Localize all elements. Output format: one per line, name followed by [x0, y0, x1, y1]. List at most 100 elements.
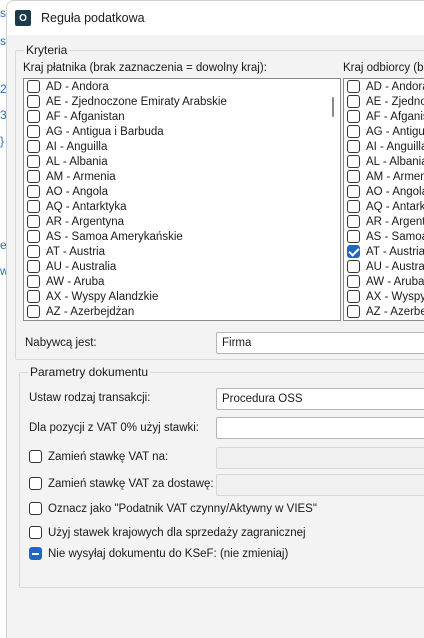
recipient-country-item[interactable]: AL - Albania — [344, 154, 424, 169]
country-label: AW - Aruba — [366, 275, 424, 288]
payer-list-scroll-thumb[interactable] — [332, 97, 334, 117]
recipient-country-item[interactable]: AD - Andora — [344, 79, 424, 94]
recipient-country-item[interactable]: AQ - Antarkty — [344, 199, 424, 214]
recipient-country-item[interactable]: AZ - Azerbejd — [344, 304, 424, 319]
country-checkbox[interactable] — [347, 125, 360, 138]
country-checkbox[interactable] — [27, 215, 40, 228]
payer-list-scrollbar[interactable] — [328, 79, 340, 320]
country-checkbox[interactable] — [347, 95, 360, 108]
country-label: AD - Andora — [46, 80, 109, 93]
country-checkbox[interactable] — [347, 215, 360, 228]
country-checkbox[interactable] — [27, 110, 40, 123]
payer-country-item[interactable]: AG - Antigua i Barbuda — [24, 124, 340, 139]
transaction-type-label: Ustaw rodzaj transakcji: — [29, 392, 151, 404]
swap-vat-delivery-label: Zamień stawkę VAT za dostawę: — [48, 477, 214, 490]
ksef-row[interactable]: Nie wysyłaj dokumentu do KSeF: (nie zmie… — [29, 547, 288, 560]
country-label: AX - Wyspy Alandzkie — [46, 290, 159, 303]
country-checkbox[interactable] — [27, 245, 40, 258]
country-checkbox[interactable] — [347, 80, 360, 93]
country-checkbox[interactable] — [347, 140, 360, 153]
country-checkbox[interactable] — [347, 245, 360, 258]
vies-row[interactable]: Oznacz jako "Podatnik VAT czynny/Aktywny… — [29, 502, 317, 515]
payer-country-item[interactable]: AD - Andora — [24, 79, 340, 94]
country-checkbox[interactable] — [27, 290, 40, 303]
title-bar[interactable]: O Reguła podatkowa — [7, 1, 424, 35]
app-icon: O — [15, 10, 31, 26]
swap-vat-delivery-row[interactable]: Zamień stawkę VAT za dostawę: — [29, 477, 214, 490]
country-checkbox[interactable] — [27, 155, 40, 168]
country-checkbox[interactable] — [347, 185, 360, 198]
transaction-type-select[interactable]: Procedura OSS — [216, 388, 424, 410]
payer-country-item[interactable]: AU - Australia — [24, 259, 340, 274]
payer-country-item[interactable]: AL - Albania — [24, 154, 340, 169]
country-checkbox[interactable] — [347, 230, 360, 243]
country-checkbox[interactable] — [27, 230, 40, 243]
country-checkbox[interactable] — [347, 305, 360, 318]
country-checkbox[interactable] — [347, 260, 360, 273]
country-checkbox[interactable] — [27, 200, 40, 213]
country-checkbox[interactable] — [27, 185, 40, 198]
country-label: AE - Zjednoczone Emiraty Arabskie — [46, 95, 227, 108]
country-checkbox[interactable] — [27, 125, 40, 138]
payer-country-item[interactable]: AT - Austria — [24, 244, 340, 259]
country-label: AS - Samoa A — [366, 230, 424, 243]
tax-rule-dialog: O Reguła podatkowa Kryteria Kraj płatnik… — [6, 0, 424, 638]
vies-checkbox[interactable] — [29, 502, 42, 515]
swap-vat-row[interactable]: Zamień stawkę VAT na: — [29, 450, 168, 463]
vat0-rate-label: Dla pozycji z VAT 0% użyj stawki: — [29, 422, 199, 434]
recipient-country-item[interactable]: AW - Aruba — [344, 274, 424, 289]
payer-country-item[interactable]: AO - Angola — [24, 184, 340, 199]
payer-country-item[interactable]: AZ - Azerbejdżan — [24, 304, 340, 319]
ksef-checkbox[interactable] — [29, 547, 42, 560]
payer-country-item[interactable]: AF - Afganistan — [24, 109, 340, 124]
country-checkbox[interactable] — [347, 275, 360, 288]
recipient-country-list[interactable]: AD - Andora AE - Zjednoc AF - Afganist AG -… — [343, 78, 424, 321]
recipient-country-item[interactable]: AO - Angola — [344, 184, 424, 199]
swap-vat-checkbox[interactable] — [29, 450, 42, 463]
country-checkbox[interactable] — [27, 275, 40, 288]
country-label: AM - Armenia — [46, 170, 116, 183]
country-checkbox[interactable] — [27, 305, 40, 318]
recipient-country-item[interactable]: AI - Anguilla — [344, 139, 424, 154]
recipient-country-item[interactable]: AU - Australi — [344, 259, 424, 274]
vat0-rate-select[interactable] — [216, 417, 424, 439]
payer-country-item[interactable]: AE - Zjednoczone Emiraty Arabskie — [24, 94, 340, 109]
country-label: AZ - Azerbejd — [366, 305, 424, 318]
country-checkbox[interactable] — [347, 155, 360, 168]
recipient-country-item[interactable]: AF - Afganist — [344, 109, 424, 124]
recipient-country-item[interactable]: AE - Zjednoc — [344, 94, 424, 109]
payer-country-item[interactable]: AX - Wyspy Alandzkie — [24, 289, 340, 304]
payer-country-list[interactable]: AD - Andora AE - Zjednoczone Emiraty Arab… — [23, 78, 341, 321]
country-label: AM - Armeni — [366, 170, 424, 183]
transaction-type-value: Procedura OSS — [222, 393, 303, 405]
buyer-label: Nabywcą jest: — [25, 337, 97, 349]
payer-country-item[interactable]: AW - Aruba — [24, 274, 340, 289]
country-checkbox[interactable] — [347, 290, 360, 303]
payer-country-item[interactable]: AM - Armenia — [24, 169, 340, 184]
recipient-country-item[interactable]: AT - Austria — [344, 244, 424, 259]
country-checkbox[interactable] — [27, 260, 40, 273]
country-checkbox[interactable] — [27, 80, 40, 93]
buyer-select[interactable]: Firma — [216, 332, 424, 354]
country-label: AW - Aruba — [46, 275, 105, 288]
domestic-rates-checkbox[interactable] — [29, 526, 42, 539]
country-label: AQ - Antarkty — [366, 200, 424, 213]
country-checkbox[interactable] — [27, 140, 40, 153]
swap-vat-delivery-checkbox[interactable] — [29, 477, 42, 490]
country-checkbox[interactable] — [347, 200, 360, 213]
recipient-country-item[interactable]: AG - Antigua — [344, 124, 424, 139]
country-label: AL - Albania — [366, 155, 424, 168]
payer-country-item[interactable]: AI - Anguilla — [24, 139, 340, 154]
country-checkbox[interactable] — [347, 110, 360, 123]
payer-country-item[interactable]: AQ - Antarktyka — [24, 199, 340, 214]
domestic-rates-row[interactable]: Użyj stawek krajowych dla sprzedaży zagr… — [29, 526, 306, 539]
payer-country-item[interactable]: AR - Argentyna — [24, 214, 340, 229]
country-checkbox[interactable] — [347, 170, 360, 183]
country-checkbox[interactable] — [27, 170, 40, 183]
recipient-country-item[interactable]: AR - Argenty — [344, 214, 424, 229]
country-checkbox[interactable] — [27, 95, 40, 108]
payer-country-item[interactable]: AS - Samoa Amerykańskie — [24, 229, 340, 244]
recipient-country-item[interactable]: AX - Wyspy A — [344, 289, 424, 304]
recipient-country-item[interactable]: AS - Samoa A — [344, 229, 424, 244]
recipient-country-item[interactable]: AM - Armeni — [344, 169, 424, 184]
